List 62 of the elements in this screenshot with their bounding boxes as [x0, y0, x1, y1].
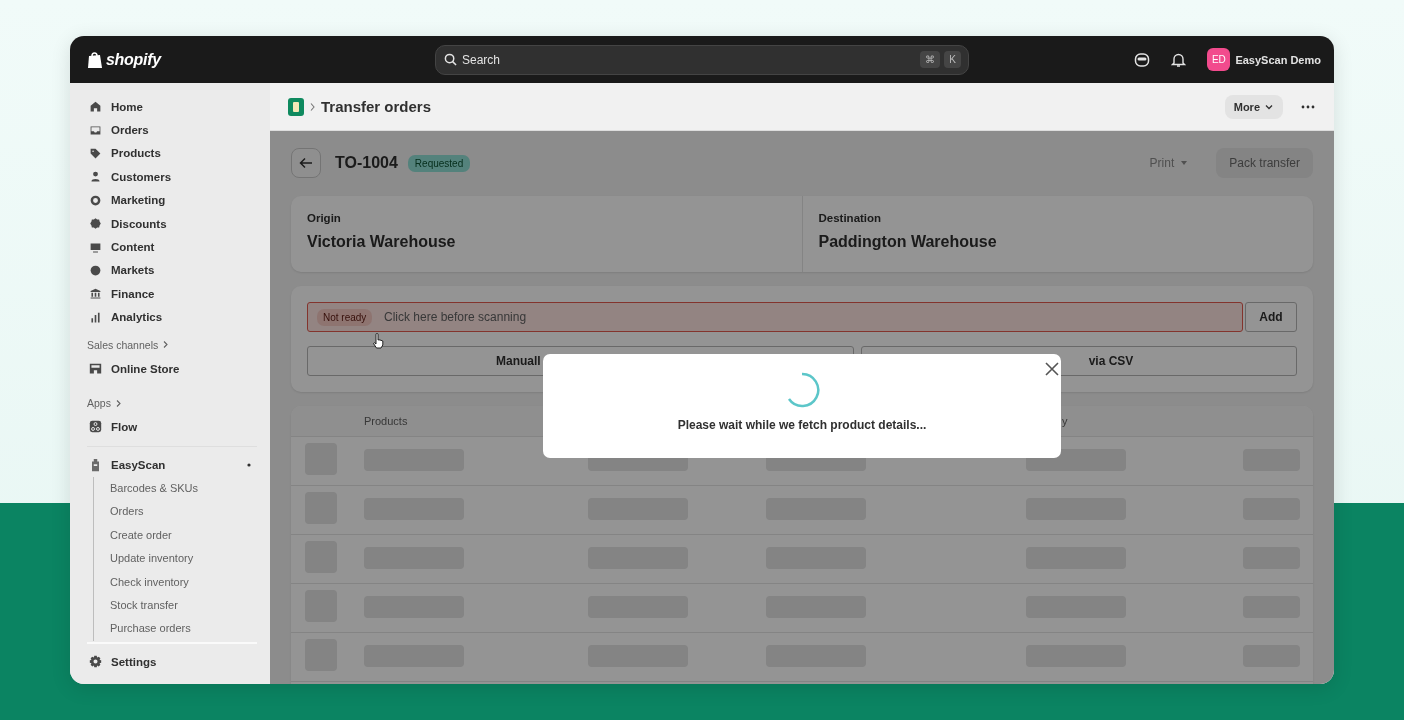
nav-item[interactable]: Finance [87, 282, 257, 306]
bell-icon[interactable] [1171, 51, 1187, 68]
nav-item[interactable]: Products [87, 141, 257, 166]
column-header: Products [364, 415, 408, 427]
more-actions-icon[interactable] [1301, 104, 1315, 109]
nav-subitem[interactable]: Update inventory [110, 547, 257, 571]
nav-item[interactable]: Content [87, 235, 257, 259]
more-button[interactable]: More [1224, 94, 1283, 119]
home-icon [89, 100, 102, 114]
nav-item[interactable]: EasyScan [87, 453, 257, 478]
tag-icon [89, 146, 102, 160]
close-icon[interactable] [1045, 362, 1059, 376]
app-icon[interactable] [288, 97, 304, 116]
storefront-icon [89, 362, 102, 376]
user-name[interactable]: EasyScan Demo [1235, 53, 1321, 66]
nav-item[interactable]: Markets [87, 258, 257, 283]
chevron-right-icon[interactable] [115, 399, 121, 407]
back-button[interactable] [291, 148, 321, 178]
nav-item[interactable]: Orders [87, 118, 257, 142]
nav-subitem[interactable]: Orders [110, 500, 257, 524]
section-link[interactable]: Apps [87, 397, 111, 410]
person-icon [89, 170, 102, 184]
scanner-icon [89, 458, 102, 473]
chevron-right-icon[interactable] [163, 341, 169, 349]
origin-label: Origin [307, 212, 342, 224]
nav-subitem[interactable]: Barcodes & SKUs [110, 477, 257, 501]
shopping-bag-icon [87, 50, 103, 69]
nav-subitem[interactable]: Stock transfer [110, 594, 257, 618]
section-link[interactable]: Sales channels [87, 338, 159, 351]
nav-item[interactable]: Flow [87, 415, 257, 439]
add-button[interactable]: Add [1245, 302, 1297, 332]
dot-icon [247, 463, 251, 468]
bar-chart-icon [89, 310, 102, 324]
loading-message: Please wait while we fetch product details... [677, 418, 927, 432]
origin-value: Victoria Warehouse [307, 233, 457, 251]
nav-item[interactable]: Online Store [87, 356, 257, 381]
target-icon [89, 193, 102, 207]
column-header: y [1062, 415, 1068, 427]
nav-item[interactable]: Home [87, 95, 257, 119]
status-badge: Requested [407, 154, 471, 172]
destination-value: Paddington Warehouse [818, 233, 998, 251]
inbox-icon [89, 123, 102, 137]
gear-icon [89, 655, 102, 668]
caret-icon [1180, 160, 1189, 166]
nav-item[interactable]: Marketing [87, 188, 257, 212]
destination-label: Destination [818, 212, 883, 224]
page-title: Transfer orders [321, 98, 432, 115]
search-icon [444, 52, 457, 66]
nav-subitem[interactable]: Purchase orders [110, 617, 257, 641]
nav-item[interactable]: Analytics [87, 305, 257, 329]
nav-subitem[interactable]: Create order [110, 523, 257, 548]
order-id: TO-1004 [335, 154, 398, 172]
nodes-icon [89, 420, 102, 434]
nav-subitem[interactable]: Check inventory [110, 570, 257, 595]
arrow-left-icon [299, 157, 313, 169]
badge-icon [89, 217, 102, 231]
chevron-right-icon [310, 102, 315, 111]
nav-item[interactable]: Customers [87, 165, 257, 189]
status-badge: Not ready [317, 309, 373, 326]
nav-item[interactable]: Settings [87, 649, 257, 674]
logo-text: shopify [106, 50, 161, 69]
nav-item[interactable]: Discounts [87, 211, 257, 236]
